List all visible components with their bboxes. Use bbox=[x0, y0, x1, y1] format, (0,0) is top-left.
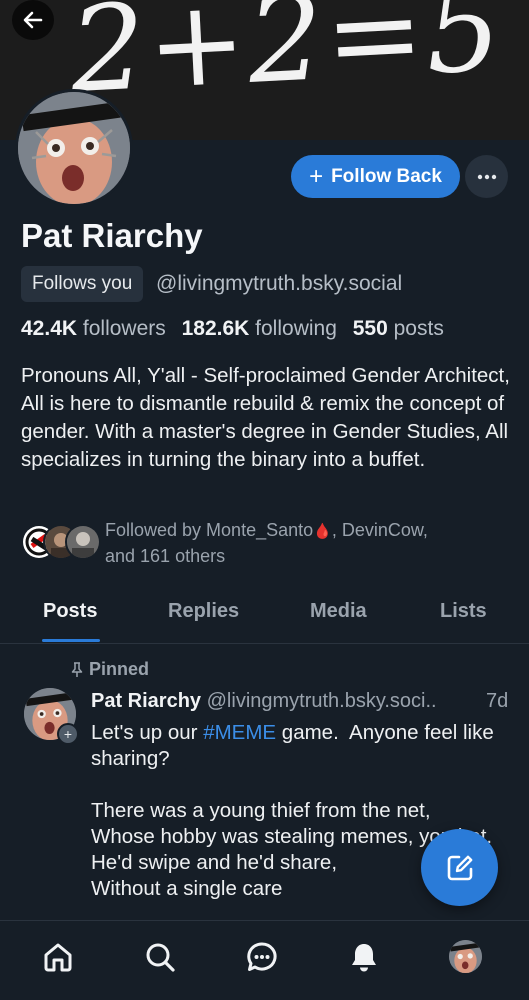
avatar-image bbox=[18, 92, 130, 204]
active-tab-indicator bbox=[42, 639, 100, 642]
blood-drop-icon: 🩸 bbox=[313, 523, 332, 540]
compose-icon bbox=[447, 855, 472, 880]
tab-posts[interactable]: Posts bbox=[43, 600, 97, 623]
back-arrow-icon bbox=[23, 11, 43, 29]
nav-search[interactable] bbox=[142, 939, 178, 975]
nav-profile-avatar[interactable] bbox=[449, 940, 482, 973]
nav-notifications[interactable] bbox=[346, 939, 382, 975]
nav-chat[interactable] bbox=[244, 939, 280, 975]
compose-button[interactable] bbox=[421, 829, 498, 906]
bell-icon bbox=[352, 944, 376, 972]
chat-icon bbox=[247, 942, 277, 971]
nav-home[interactable] bbox=[40, 939, 76, 975]
follow-back-label: Follow Back bbox=[331, 165, 442, 187]
profile-avatar[interactable] bbox=[15, 89, 133, 207]
follower-avatar bbox=[65, 524, 101, 560]
follows-you-badge: Follows you bbox=[21, 266, 144, 302]
profile-bio: Pronouns All, Y'all - Self-proclaimed Ge… bbox=[21, 364, 510, 471]
follow-back-button[interactable]: + Follow Back bbox=[291, 155, 460, 198]
tab-lists[interactable]: Lists bbox=[440, 600, 487, 623]
plus-icon: + bbox=[309, 162, 324, 190]
pin-icon bbox=[71, 661, 83, 677]
profile-stats: 42.4K followers 182.6K following 550 pos… bbox=[21, 317, 444, 341]
bottom-navigation bbox=[0, 920, 529, 1000]
known-followers[interactable]: Followed by Monte_Santo🩸, DevinCow, and … bbox=[21, 518, 511, 566]
pinned-label: Pinned bbox=[71, 659, 149, 680]
followers-stat[interactable]: 42.4K followers bbox=[21, 317, 166, 340]
followed-by-text: Followed by Monte_Santo🩸, DevinCow, and … bbox=[105, 520, 428, 566]
display-name: Pat Riarchy bbox=[21, 217, 203, 254]
post-author-handle[interactable]: @livingmytruth.bsky.soci.. bbox=[207, 690, 437, 712]
post-author-name[interactable]: Pat Riarchy bbox=[91, 690, 201, 712]
banner-text: 2+2=5 bbox=[66, 0, 507, 120]
posts-stat: 550 posts bbox=[352, 317, 444, 340]
post-header: Pat Riarchy @livingmytruth.bsky.soci.. bbox=[91, 690, 511, 713]
search-icon bbox=[146, 943, 175, 972]
home-icon bbox=[44, 943, 72, 972]
following-stat[interactable]: 182.6K following bbox=[182, 317, 337, 340]
profile-handle: @livingmytruth.bsky.social bbox=[156, 272, 403, 295]
tab-media[interactable]: Media bbox=[310, 600, 367, 623]
back-button[interactable] bbox=[12, 0, 54, 40]
follow-plus-icon[interactable]: + bbox=[57, 723, 79, 745]
profile-tabs: Posts Replies Media Lists bbox=[0, 590, 529, 644]
hashtag-link[interactable]: #MEME bbox=[203, 721, 276, 744]
ellipsis-icon bbox=[477, 174, 496, 179]
post-timestamp: 7d bbox=[486, 690, 509, 712]
tab-replies[interactable]: Replies bbox=[168, 600, 239, 623]
more-options-button[interactable] bbox=[465, 155, 508, 198]
